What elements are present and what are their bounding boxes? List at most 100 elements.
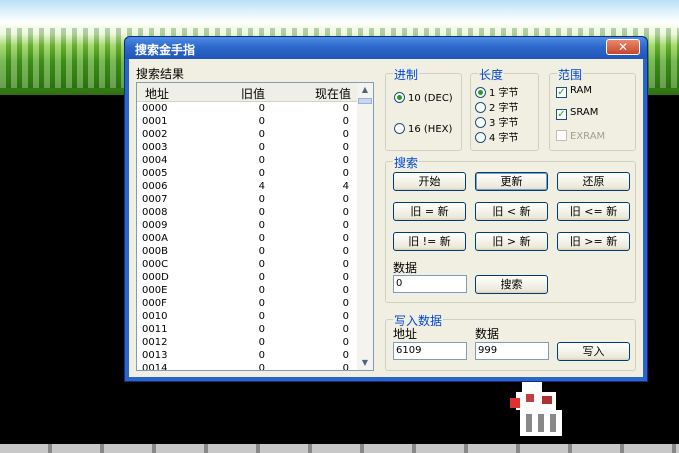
cell-address: 0002 [142, 129, 168, 140]
cell-old-value: 0 [258, 363, 265, 371]
table-row[interactable]: 0014 0 0 [137, 362, 357, 371]
cell-address: 0003 [142, 142, 168, 153]
cell-address: 0001 [142, 116, 168, 127]
table-row[interactable]: 0007 0 0 [137, 193, 357, 206]
length-group: 长度 1 字节 2 字节 3 字节 4 字节 [470, 66, 539, 151]
cell-address: 0013 [142, 350, 168, 361]
old-greater-new-button[interactable]: 旧 > 新 [475, 232, 548, 251]
table-row[interactable]: 0003 0 0 [137, 141, 357, 154]
radio-length-1[interactable]: 1 字节 [475, 84, 519, 99]
write-data-input[interactable]: 999 [475, 342, 549, 360]
cell-current-value: 0 [342, 350, 349, 361]
restore-button[interactable]: 还原 [557, 172, 630, 191]
update-button[interactable]: 更新 [475, 172, 548, 191]
cell-current-value: 0 [342, 142, 349, 153]
cell-old-value: 0 [258, 116, 265, 127]
table-row[interactable]: 0012 0 0 [137, 336, 357, 349]
checkmark-icon: ✓ [556, 87, 567, 98]
radio-base-dec[interactable]: 10 (DEC) [394, 92, 453, 104]
cell-old-value: 0 [258, 207, 265, 218]
table-row[interactable]: 0009 0 0 [137, 219, 357, 232]
table-row[interactable]: 0000 0 0 [137, 102, 357, 115]
base-group: 进制 10 (DEC) 16 (HEX) [385, 66, 462, 151]
scroll-down-arrow-icon[interactable]: ▼ [357, 356, 373, 370]
search-data-label: 数据 [393, 261, 418, 275]
radio-icon [394, 92, 405, 103]
cell-current-value: 0 [342, 116, 349, 127]
cell-current-value: 0 [342, 311, 349, 322]
table-row[interactable]: 0013 0 0 [137, 349, 357, 362]
results-header: 地址 旧值 现在值 [137, 83, 357, 102]
search-button[interactable]: 搜索 [475, 275, 548, 294]
cell-address: 0005 [142, 168, 168, 179]
table-row[interactable]: 000C 0 0 [137, 258, 357, 271]
table-row[interactable]: 0005 0 0 [137, 167, 357, 180]
scroll-thumb[interactable] [358, 98, 372, 104]
cell-address: 0008 [142, 207, 168, 218]
table-row[interactable]: 000B 0 0 [137, 245, 357, 258]
cell-address: 0011 [142, 324, 168, 335]
column-header-current-value[interactable]: 现在值 [315, 85, 351, 102]
radio-icon [475, 102, 486, 113]
write-address-input[interactable]: 6109 [393, 342, 467, 360]
scroll-up-arrow-icon[interactable]: ▲ [357, 83, 373, 97]
cell-old-value: 0 [258, 350, 265, 361]
cell-address: 000E [142, 285, 168, 296]
table-row[interactable]: 0006 4 4 [137, 180, 357, 193]
table-row[interactable]: 0010 0 0 [137, 310, 357, 323]
checkbox-ram[interactable]: ✓ RAM [556, 85, 592, 98]
cell-current-value: 0 [342, 363, 349, 371]
range-group-title: 范围 [557, 66, 584, 83]
cell-current-value: 0 [342, 337, 349, 348]
cell-old-value: 0 [258, 259, 265, 270]
table-row[interactable]: 0004 0 0 [137, 154, 357, 167]
old-less-equal-new-button[interactable]: 旧 <= 新 [557, 202, 630, 221]
cell-old-value: 0 [258, 129, 265, 140]
cell-old-value: 0 [258, 285, 265, 296]
cell-current-value: 0 [342, 259, 349, 270]
table-row[interactable]: 000A 0 0 [137, 232, 357, 245]
write-address-label: 地址 [393, 327, 418, 341]
radio-length-3[interactable]: 3 字节 [475, 114, 519, 129]
table-row[interactable]: 0008 0 0 [137, 206, 357, 219]
window-title: 搜索金手指 [135, 43, 196, 57]
cell-current-value: 0 [342, 194, 349, 205]
cell-old-value: 0 [258, 142, 265, 153]
game-background-floor [0, 444, 679, 453]
cell-old-value: 0 [258, 246, 265, 257]
old-less-new-button[interactable]: 旧 < 新 [475, 202, 548, 221]
checkbox-empty-icon [556, 130, 567, 141]
radio-base-hex[interactable]: 16 (HEX) [394, 123, 452, 135]
column-header-address[interactable]: 地址 [145, 85, 169, 102]
cell-current-value: 0 [342, 168, 349, 179]
table-row[interactable]: 000D 0 0 [137, 271, 357, 284]
table-row[interactable]: 000F 0 0 [137, 297, 357, 310]
radio-icon [475, 117, 486, 128]
cell-old-value: 0 [258, 324, 265, 335]
old-not-equal-new-button[interactable]: 旧 != 新 [393, 232, 466, 251]
table-row[interactable]: 000E 0 0 [137, 284, 357, 297]
table-row[interactable]: 0001 0 0 [137, 115, 357, 128]
title-bar[interactable]: 搜索金手指 ✕ [125, 37, 647, 59]
write-button[interactable]: 写入 [557, 342, 630, 361]
old-greater-equal-new-button[interactable]: 旧 >= 新 [557, 232, 630, 251]
checkbox-sram[interactable]: ✓ SRAM [556, 107, 598, 120]
table-row[interactable]: 0002 0 0 [137, 128, 357, 141]
radio-length-4[interactable]: 4 字节 [475, 129, 519, 144]
table-row[interactable]: 0011 0 0 [137, 323, 357, 336]
results-scrollbar[interactable]: ▲ ▼ [357, 83, 373, 370]
cell-old-value: 0 [258, 220, 265, 231]
search-data-input[interactable]: 0 [393, 275, 467, 293]
old-equal-new-button[interactable]: 旧 = 新 [393, 202, 466, 221]
cell-address: 000C [142, 259, 169, 270]
radio-length-2[interactable]: 2 字节 [475, 99, 519, 114]
cheat-search-window: 搜索金手指 ✕ 搜索结果 地址 旧值 现在值 0000 0 0 0001 0 0 0002 0… [124, 36, 648, 382]
results-label: 搜索结果 [136, 67, 185, 81]
cell-old-value: 0 [258, 311, 265, 322]
start-button[interactable]: 开始 [393, 172, 466, 191]
column-header-old-value[interactable]: 旧值 [241, 85, 265, 102]
length-group-title: 长度 [478, 66, 505, 83]
close-button[interactable]: ✕ [606, 39, 640, 55]
results-list[interactable]: 地址 旧值 现在值 0000 0 0 0001 0 0 0002 0 0 0003 0 0 0004 0 0… [136, 82, 374, 371]
cell-old-value: 0 [258, 155, 265, 166]
